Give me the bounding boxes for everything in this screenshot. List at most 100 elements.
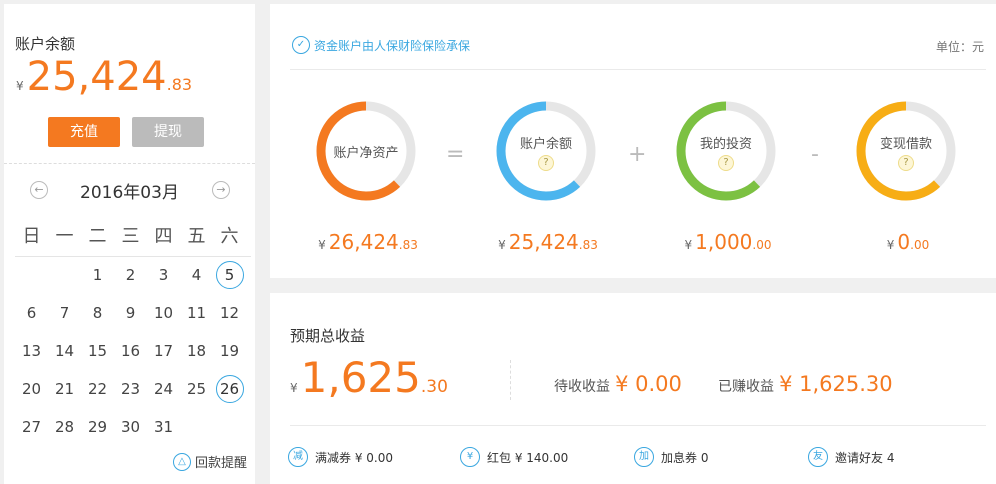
calendar-day[interactable]: 3: [147, 261, 180, 289]
assets-overview: ✓ 资金账户由人保财险保险承保 单位：元 账户净资产 ¥26,424.83 账户余额…: [270, 4, 996, 278]
asset-ring: 账户净资产: [316, 101, 416, 201]
calendar-empty-cell: [48, 261, 81, 289]
calendar-day[interactable]: 6: [15, 299, 48, 327]
calendar-day[interactable]: 31: [147, 413, 180, 441]
calendar-week: 6 7 8 9 10 11 12: [15, 294, 251, 332]
currency-symbol: ¥: [498, 238, 506, 252]
coupon-red-packet[interactable]: ¥ 红包 ¥ 140.00: [460, 447, 568, 467]
divider: [290, 69, 986, 70]
value-integer: 0: [897, 230, 911, 254]
calendar-day[interactable]: 20: [15, 375, 48, 403]
help-icon[interactable]: ?: [898, 155, 914, 171]
calendar-day[interactable]: 29: [81, 413, 114, 441]
insurance-text: 资金账户由人保财险保险承保: [314, 38, 471, 53]
minus-operator: -: [811, 142, 819, 167]
weekday-header: 六: [220, 226, 239, 247]
calendar-day[interactable]: 27: [15, 413, 48, 441]
calendar-day[interactable]: 21: [48, 375, 81, 403]
help-icon[interactable]: ?: [718, 155, 734, 171]
asset-ring: 我的投资?: [676, 101, 776, 201]
calendar-day[interactable]: 11: [180, 299, 213, 327]
pending-value: ¥ 0.00: [615, 372, 682, 396]
calendar-week: 13 14 15 16 17 18 19: [15, 332, 251, 370]
calendar-empty-cell: [213, 413, 246, 441]
coupon-interest-text: 加息券 0: [661, 450, 709, 465]
expected-earnings-title: 预期总收益: [290, 327, 366, 345]
divider: [290, 425, 986, 426]
ring-value: ¥0.00: [838, 230, 978, 254]
calendar-day[interactable]: 8: [81, 299, 114, 327]
currency-symbol: ¥: [16, 79, 24, 93]
calendar-weekdays: 日一二三四五六: [15, 222, 251, 257]
calendar-day[interactable]: 2: [114, 261, 147, 289]
calendar-day[interactable]: 13: [15, 337, 48, 365]
calendar-day[interactable]: 17: [147, 337, 180, 365]
value-decimal: .83: [578, 238, 598, 252]
calendar-day[interactable]: 18: [180, 337, 213, 365]
calendar-day[interactable]: 25: [180, 375, 213, 403]
currency-symbol: ¥: [318, 238, 326, 252]
calendar-day[interactable]: 24: [147, 375, 180, 403]
calendar-week: 20 21 22 23 24 25 26: [15, 370, 251, 408]
expected-earnings-amount: ¥1,625.30: [290, 353, 448, 402]
invite-friends-text: 邀请好友 4: [835, 450, 895, 465]
red-packet-icon: ¥: [460, 447, 480, 467]
calendar-day[interactable]: 1: [81, 261, 114, 289]
balance-integer: 25,424: [26, 54, 167, 100]
repayment-reminder-link[interactable]: △ 回款提醒: [172, 452, 247, 471]
discount-icon: 减: [288, 447, 308, 467]
ring-value: ¥25,424.83: [478, 230, 618, 254]
earnings-decimal: .30: [420, 377, 448, 397]
calendar-week: 12345: [15, 256, 251, 294]
account-sidebar: 账户余额 ¥25,424.83 充值 提现 ← 2016年03月 → 日一二三四…: [4, 4, 255, 484]
divider: [4, 163, 255, 164]
recharge-button[interactable]: 充值: [48, 117, 120, 147]
equals-operator: =: [446, 142, 465, 167]
calendar-day[interactable]: 12: [213, 299, 246, 327]
calendar-day[interactable]: 10: [147, 299, 180, 327]
asset-ring: 变现借款?: [856, 101, 956, 201]
earnings-integer: 1,625: [300, 353, 421, 402]
value-decimal: .00: [752, 238, 772, 252]
coupon-interest[interactable]: 加 加息券 0: [634, 447, 708, 467]
calendar-day[interactable]: 5: [215, 261, 244, 289]
calendar-day[interactable]: 9: [114, 299, 147, 327]
calendar-day[interactable]: 16: [114, 337, 147, 365]
value-decimal: .83: [398, 238, 418, 252]
calendar-day[interactable]: 26: [215, 375, 244, 403]
calendar-day[interactable]: 22: [81, 375, 114, 403]
insurance-notice[interactable]: ✓ 资金账户由人保财险保险承保: [292, 36, 470, 54]
calendar-day[interactable]: 7: [48, 299, 81, 327]
ring-label: 账户净资产: [333, 146, 399, 161]
weekday-header: 三: [121, 226, 140, 247]
calendar-day[interactable]: 4: [180, 261, 213, 289]
calendar-grid: 1 2 3 4 5 6 7 8 9 10 11 12 13 14 15 16 17 18 19 20 21 22 23 24 2…: [15, 256, 251, 446]
calendar-header: ← 2016年03月 →: [4, 178, 255, 203]
withdraw-button[interactable]: 提现: [132, 117, 204, 147]
coupon-discount-text: 满减券 ¥ 0.00: [315, 450, 393, 465]
calendar-day[interactable]: 19: [213, 337, 246, 365]
calendar-day[interactable]: 23: [114, 375, 147, 403]
invite-friends[interactable]: 友 邀请好友 4: [808, 447, 894, 467]
calendar-week: 27 28 29 30 31: [15, 408, 251, 446]
earned-label: 已赚收益: [718, 379, 774, 395]
ring-label: 账户余额: [519, 137, 572, 152]
currency-symbol: ¥: [684, 238, 693, 252]
chevron-right-icon[interactable]: →: [212, 181, 230, 199]
calendar-day[interactable]: 28: [48, 413, 81, 441]
weekday-header: 日: [22, 226, 41, 247]
calendar-empty-cell: [180, 413, 213, 441]
balance-label: 账户余额: [15, 35, 76, 53]
calendar-day[interactable]: 15: [81, 337, 114, 365]
calendar-empty-cell: [15, 261, 48, 289]
calendar-day[interactable]: 14: [48, 337, 81, 365]
divider: [510, 360, 511, 400]
earned-value: ¥ 1,625.30: [779, 372, 893, 396]
value-decimal: .00: [910, 238, 930, 252]
value-integer: 26,424: [328, 230, 399, 254]
plus-operator: +: [628, 142, 647, 167]
calendar-day[interactable]: 30: [114, 413, 147, 441]
help-icon[interactable]: ?: [538, 155, 554, 171]
currency-symbol: ¥: [290, 381, 298, 395]
coupon-discount[interactable]: 减 满减券 ¥ 0.00: [288, 447, 393, 467]
